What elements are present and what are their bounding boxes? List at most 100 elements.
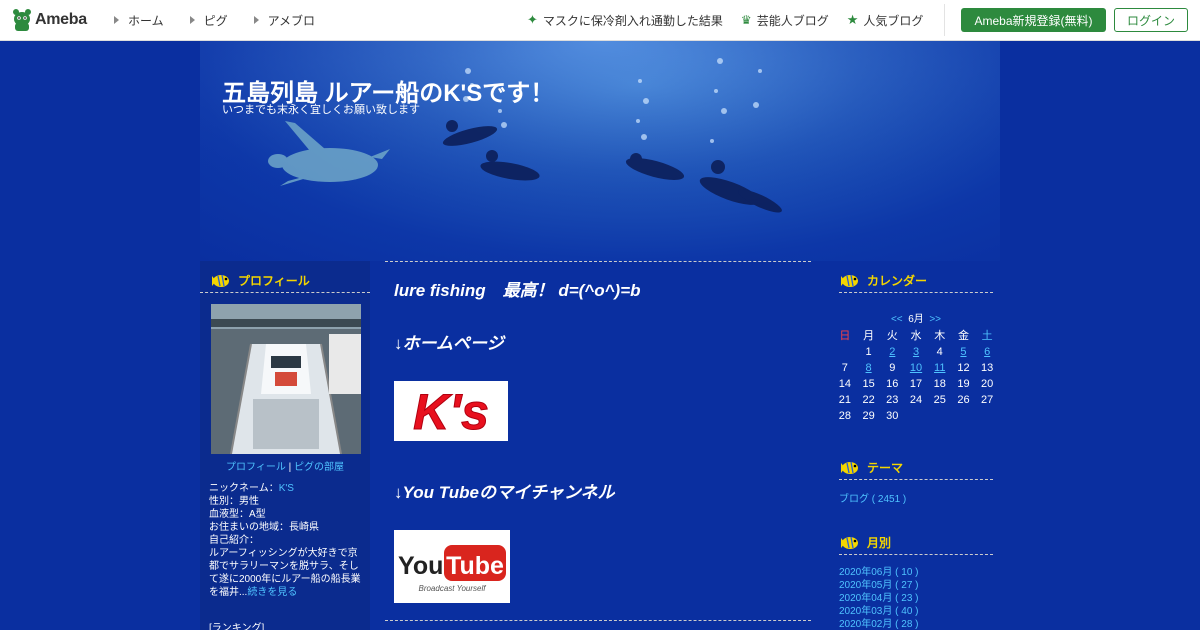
- archive-month-link[interactable]: 2020年02月 ( 28 ): [839, 618, 919, 630]
- calendar-day[interactable]: 10: [904, 360, 928, 376]
- fish-icon: [841, 274, 858, 287]
- archive-month-link[interactable]: 2020年03月 ( 40 ): [839, 605, 919, 618]
- nav-popular-label: 人気ブログ: [863, 13, 924, 28]
- calendar-week-row: 7 8 9 10 11 12 13: [833, 360, 999, 376]
- calendar-day: 12: [957, 362, 970, 374]
- calendar-weekday: 日: [839, 330, 851, 342]
- nav-pigg-label: ピグ: [203, 13, 228, 28]
- calendar-weekday: 月: [863, 330, 875, 342]
- calendar-day: 15: [862, 378, 875, 390]
- calendar-day: 30: [886, 410, 899, 422]
- crown-icon: ♛: [740, 13, 752, 27]
- calendar-day: 7: [841, 362, 848, 374]
- fish-icon: [841, 536, 858, 549]
- profile-photo-boat[interactable]: [211, 304, 361, 454]
- triangle-right-icon: [114, 16, 119, 24]
- calendar-day[interactable]: 11: [928, 360, 952, 376]
- calendar-day[interactable]: 2: [880, 344, 904, 360]
- theme-section: テーマ: [839, 448, 993, 480]
- calendar-week-row: 28 29 30: [833, 408, 999, 424]
- monthly-heading: 月別: [839, 523, 993, 555]
- calendar-day: 22: [862, 394, 875, 406]
- ks-logo-link[interactable]: K's: [394, 381, 508, 441]
- calendar-day[interactable]: 8: [857, 360, 881, 376]
- theme-heading-text: テーマ: [867, 461, 904, 475]
- youtube-logo-link[interactable]: You Tube Broadcast Yourself: [394, 530, 510, 603]
- nav-pigg[interactable]: ピグ: [189, 12, 228, 29]
- calendar-week-row: 1 2 3 4 5 6: [833, 344, 999, 360]
- main-content: lure fishing 最高！ d=(^o^)=b ↓ホームページ K's ↓…: [385, 261, 811, 630]
- youtube-tube-text: Tube: [446, 552, 504, 580]
- calendar-day[interactable]: 5: [952, 344, 976, 360]
- fish-icon: [212, 274, 229, 287]
- theme-blog-link[interactable]: ブログ ( 2451 ): [839, 490, 906, 505]
- profile-link[interactable]: プロフィール: [226, 462, 286, 473]
- calendar-day: 13: [981, 362, 994, 374]
- calendar-day: 18: [933, 378, 946, 390]
- youtube-heading: ↓You Tubeのマイチャンネル: [394, 483, 615, 502]
- nav-celebrity-label: 芸能人ブログ: [756, 13, 829, 28]
- calendar-month: 6月: [908, 314, 924, 325]
- calendar-day: 23: [886, 394, 899, 406]
- calendar-day: 4: [936, 346, 943, 358]
- intro-label: 自己紹介：: [209, 535, 259, 546]
- calendar-day: [928, 408, 952, 424]
- nav-ameblo-label: アメブロ: [267, 13, 316, 28]
- calendar-day: [975, 408, 999, 424]
- calendar-day: 19: [957, 378, 970, 390]
- calendar-prev-link[interactable]: <<: [891, 314, 903, 325]
- calendar-day: 28: [838, 410, 851, 422]
- read-more-link[interactable]: 続きを見る: [247, 587, 297, 598]
- nav-celebrity-blog[interactable]: ♛ 芸能人ブログ: [741, 12, 829, 29]
- ameba-logo[interactable]: Ameba: [12, 8, 92, 32]
- theme-heading: テーマ: [839, 448, 993, 480]
- ks-logo-text: K's: [413, 384, 489, 440]
- post-title: lure fishing 最高！ d=(^o^)=b: [394, 281, 641, 300]
- blog-subtitle: いつまでも末永く宜しくお願い致します: [222, 104, 420, 116]
- logo-text: Ameba: [35, 11, 87, 28]
- calendar-day-link[interactable]: 6: [984, 346, 990, 358]
- calendar-weekday: 土: [981, 330, 993, 342]
- nav-popular-blog[interactable]: ★ 人気ブログ: [847, 12, 924, 29]
- calendar-next-link[interactable]: >>: [929, 314, 941, 325]
- calendar-day-link[interactable]: 8: [866, 362, 872, 374]
- calendar-day-link[interactable]: 10: [910, 362, 922, 374]
- monthly-section: 月別: [839, 523, 993, 555]
- archive-month-link[interactable]: 2020年05月 ( 27 ): [839, 579, 919, 592]
- calendar-day: 20: [981, 378, 994, 390]
- archive-month-link[interactable]: 2020年06月 ( 10 ): [839, 566, 919, 579]
- calendar-heading-text: カレンダー: [867, 274, 928, 288]
- pigg-room-link[interactable]: ピグの部屋: [294, 462, 344, 473]
- calendar-day-link[interactable]: 3: [913, 346, 919, 358]
- homepage-heading: ↓ホームページ: [394, 334, 504, 353]
- nickname-row: ニックネーム：K'S: [209, 482, 365, 495]
- nickname-link[interactable]: K'S: [279, 483, 294, 494]
- calendar-weekday: 火: [886, 330, 898, 342]
- archive-month-link[interactable]: 2020年04月 ( 23 ): [839, 592, 919, 605]
- register-button[interactable]: Ameba新規登録(無料): [961, 8, 1106, 32]
- calendar-day[interactable]: 3: [904, 344, 928, 360]
- calendar-day-link[interactable]: 2: [889, 346, 895, 358]
- nav-home[interactable]: ホーム: [114, 12, 164, 29]
- ranking-label: [ランキング]: [209, 623, 265, 630]
- monthly-archive-list: 2020年06月 ( 10 ) 2020年05月 ( 27 ) 2020年04月…: [839, 566, 919, 630]
- calendar-nav: << 6月 >>: [839, 310, 993, 325]
- monthly-heading-text: 月別: [867, 536, 892, 550]
- login-button[interactable]: ログイン: [1114, 8, 1188, 32]
- calendar-day-link[interactable]: 11: [934, 362, 945, 374]
- calendar-day[interactable]: 6: [975, 344, 999, 360]
- calendar-day: 26: [957, 394, 970, 406]
- calendar-week-row: 21 22 23 24 25 26 27: [833, 392, 999, 408]
- calendar-day: [904, 408, 928, 424]
- nav-trending-article[interactable]: ✦ マスクに保冷剤入れ通勤した結果: [527, 12, 723, 29]
- calendar-weekday: 金: [957, 330, 969, 342]
- profile-sidebar: プロフィール プロフィール | ピグの部屋 ニックネーム：K'S 性別：男性 血…: [200, 261, 370, 630]
- profile-heading-text: プロフィール: [238, 274, 310, 288]
- calendar-day: 14: [838, 378, 851, 390]
- calendar-day: 27: [981, 394, 994, 406]
- post-divider: [385, 620, 811, 621]
- calendar-day-link[interactable]: 5: [960, 346, 966, 358]
- calendar-day: 21: [838, 394, 851, 406]
- nav-ameblo[interactable]: アメブロ: [253, 12, 316, 29]
- calendar-day: 16: [886, 378, 899, 390]
